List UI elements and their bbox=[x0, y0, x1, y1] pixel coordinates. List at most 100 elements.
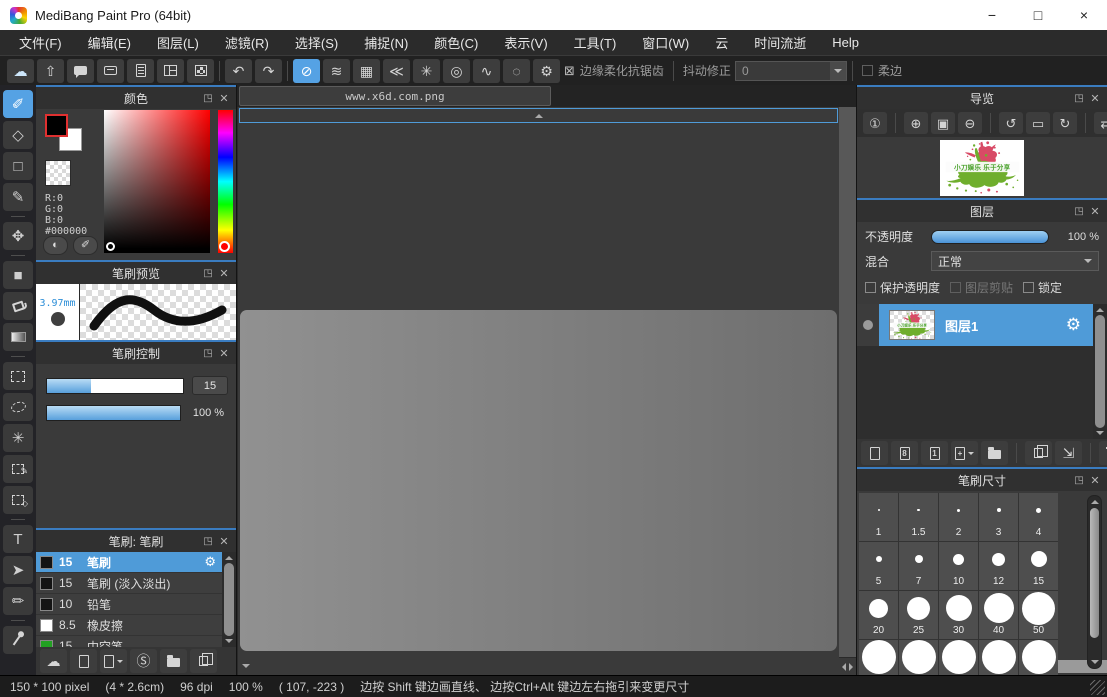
brush-size-cell[interactable]: 7 bbox=[899, 542, 938, 590]
menu-item[interactable]: Help bbox=[819, 30, 872, 55]
brush-size-cell[interactable]: 1.5 bbox=[899, 493, 938, 541]
scrollbar-thumb[interactable] bbox=[224, 563, 234, 636]
sv-cursor[interactable] bbox=[106, 242, 115, 251]
layer-visibility-toggle[interactable] bbox=[857, 304, 879, 346]
maximize-button[interactable]: □ bbox=[1015, 0, 1061, 30]
flip-horizontal-button[interactable]: ⇄ bbox=[1094, 112, 1107, 134]
select-pen-tool-button[interactable] bbox=[3, 455, 33, 483]
rotate-ccw-button[interactable]: ↺ bbox=[999, 112, 1023, 134]
bucket-tool-button[interactable] bbox=[3, 292, 33, 320]
brush-size-cell[interactable]: 80 bbox=[939, 640, 978, 675]
select-eraser-tool-button[interactable] bbox=[3, 486, 33, 514]
document-tab[interactable]: www.x6d.com.png bbox=[239, 86, 551, 106]
brush-list-item[interactable]: 15笔刷 (淡入淡出) bbox=[36, 573, 222, 594]
minimize-button[interactable]: − bbox=[969, 0, 1015, 30]
scrollbar-thumb[interactable] bbox=[1095, 315, 1105, 428]
new-layer-button[interactable] bbox=[861, 441, 888, 465]
color-picker-swap-button[interactable]: ✐ bbox=[73, 236, 98, 255]
layer-opacity-slider[interactable] bbox=[931, 230, 1049, 244]
popout-icon[interactable]: ◳ bbox=[1071, 469, 1087, 491]
close-panel-icon[interactable]: ✕ bbox=[1087, 469, 1103, 491]
blend-mode-select[interactable]: 正常 bbox=[931, 251, 1099, 271]
zoom-100-button[interactable]: ① bbox=[863, 112, 887, 134]
scroll-up-icon[interactable] bbox=[225, 556, 233, 560]
add-layer-menu-button[interactable]: + bbox=[951, 441, 978, 465]
brush-tool-button[interactable]: ✐ bbox=[3, 90, 33, 118]
menu-item[interactable]: 编辑(E) bbox=[75, 30, 144, 55]
operation-tool-button[interactable]: ➤ bbox=[3, 556, 33, 584]
publish-button[interactable]: ⇧ bbox=[37, 59, 64, 83]
eyedropper-tool-button[interactable] bbox=[3, 626, 33, 654]
select-rect-tool-button[interactable] bbox=[3, 362, 33, 390]
menu-item[interactable]: 云 bbox=[702, 30, 741, 55]
fill-shape-tool-button[interactable]: ■ bbox=[3, 261, 33, 289]
zoom-out-button[interactable]: ⊖ bbox=[958, 112, 982, 134]
scroll-right-icon[interactable] bbox=[849, 663, 853, 671]
scroll-down-icon[interactable] bbox=[1091, 660, 1099, 664]
brush-list-item[interactable]: 10铅笔 bbox=[36, 594, 222, 615]
canvas-vertical-scrollbar[interactable] bbox=[237, 107, 839, 675]
redo-button[interactable]: ↷ bbox=[255, 59, 282, 83]
snap-radial-button[interactable]: ✳ bbox=[413, 59, 440, 83]
brush-list-scrollbar[interactable] bbox=[222, 552, 236, 647]
close-panel-icon[interactable]: ✕ bbox=[1087, 87, 1103, 109]
new-brush-menu-button[interactable] bbox=[100, 649, 127, 673]
brush-size-cell[interactable]: 60 bbox=[859, 640, 898, 675]
layer-settings-icon[interactable]: ⚙ bbox=[1066, 315, 1081, 335]
menu-item[interactable]: 窗口(W) bbox=[629, 30, 702, 55]
snap-curve-button[interactable]: ∿ bbox=[473, 59, 500, 83]
canvas-viewport[interactable] bbox=[839, 107, 856, 657]
brush-size-cell[interactable]: 12 bbox=[979, 542, 1018, 590]
brush-size-cell[interactable]: 15 bbox=[1019, 542, 1058, 590]
navigator-thumbnail[interactable] bbox=[940, 140, 1024, 196]
snap-concentric-button[interactable]: ◎ bbox=[443, 59, 470, 83]
menu-item[interactable]: 滤镜(R) bbox=[212, 30, 282, 55]
new-1bit-layer-button[interactable]: 1 bbox=[921, 441, 948, 465]
brush-download-button[interactable]: ☁ bbox=[40, 649, 67, 673]
material-palette-button[interactable] bbox=[187, 59, 214, 83]
duplicate-layer-button[interactable] bbox=[1025, 441, 1052, 465]
rotate-cw-button[interactable]: ↻ bbox=[1053, 112, 1077, 134]
zoom-fit-button[interactable]: ▣ bbox=[931, 112, 955, 134]
hue-cursor[interactable] bbox=[219, 241, 230, 252]
brush-size-cell[interactable]: 50 bbox=[1019, 591, 1058, 639]
brush-list-item[interactable]: 15中空笔 bbox=[36, 636, 222, 647]
close-panel-icon[interactable]: ✕ bbox=[216, 530, 232, 552]
move-tool-button[interactable]: ✥ bbox=[3, 222, 33, 250]
popout-icon[interactable]: ◳ bbox=[1071, 200, 1087, 222]
new-8bit-layer-button[interactable]: 8 bbox=[891, 441, 918, 465]
snap-settings-button[interactable]: ⚙ bbox=[533, 59, 560, 83]
cloud-sync-button[interactable]: ☁ bbox=[7, 59, 34, 83]
brush-list-item[interactable]: 8.5橡皮擦 bbox=[36, 615, 222, 636]
comment-filled-button[interactable] bbox=[67, 59, 94, 83]
menu-item[interactable]: 图层(L) bbox=[144, 30, 212, 55]
scroll-down-icon[interactable] bbox=[225, 639, 233, 643]
brush-size-cell[interactable]: 70 bbox=[899, 640, 938, 675]
popout-icon[interactable]: ◳ bbox=[200, 87, 216, 109]
jitter-select[interactable]: 0 bbox=[735, 61, 847, 81]
layer-list-scrollbar[interactable] bbox=[1093, 304, 1107, 439]
saturation-value-picker[interactable] bbox=[104, 110, 210, 253]
popout-icon[interactable]: ◳ bbox=[200, 530, 216, 552]
scroll-left-icon[interactable] bbox=[842, 663, 846, 671]
color-palette-button[interactable]: ◐ bbox=[43, 236, 68, 255]
brush-folder-button[interactable] bbox=[160, 649, 187, 673]
popout-icon[interactable]: ◳ bbox=[200, 342, 216, 364]
protect-alpha-checkbox[interactable]: 保护透明度 bbox=[865, 279, 940, 296]
undo-button[interactable]: ↶ bbox=[225, 59, 252, 83]
soft-edge-checkbox[interactable] bbox=[862, 65, 873, 76]
snap-off-button[interactable]: ⊘ bbox=[293, 59, 320, 83]
brush-size-cell[interactable]: 25 bbox=[899, 591, 938, 639]
snap-grid-button[interactable]: ▦ bbox=[353, 59, 380, 83]
delete-layer-button[interactable] bbox=[1099, 441, 1107, 465]
close-panel-icon[interactable]: ✕ bbox=[216, 342, 232, 364]
snap-parallel-button[interactable]: ≋ bbox=[323, 59, 350, 83]
clipping-checkbox[interactable]: 图层剪贴 bbox=[950, 279, 1013, 296]
close-panel-icon[interactable]: ✕ bbox=[216, 262, 232, 284]
script-brush-button[interactable]: Ⓢ bbox=[130, 649, 157, 673]
menu-item[interactable]: 捕捉(N) bbox=[351, 30, 421, 55]
scroll-up-button[interactable] bbox=[239, 108, 838, 123]
menu-item[interactable]: 工具(T) bbox=[561, 30, 630, 55]
scroll-down-icon[interactable] bbox=[242, 664, 250, 668]
text-tool-button[interactable]: T bbox=[3, 525, 33, 553]
